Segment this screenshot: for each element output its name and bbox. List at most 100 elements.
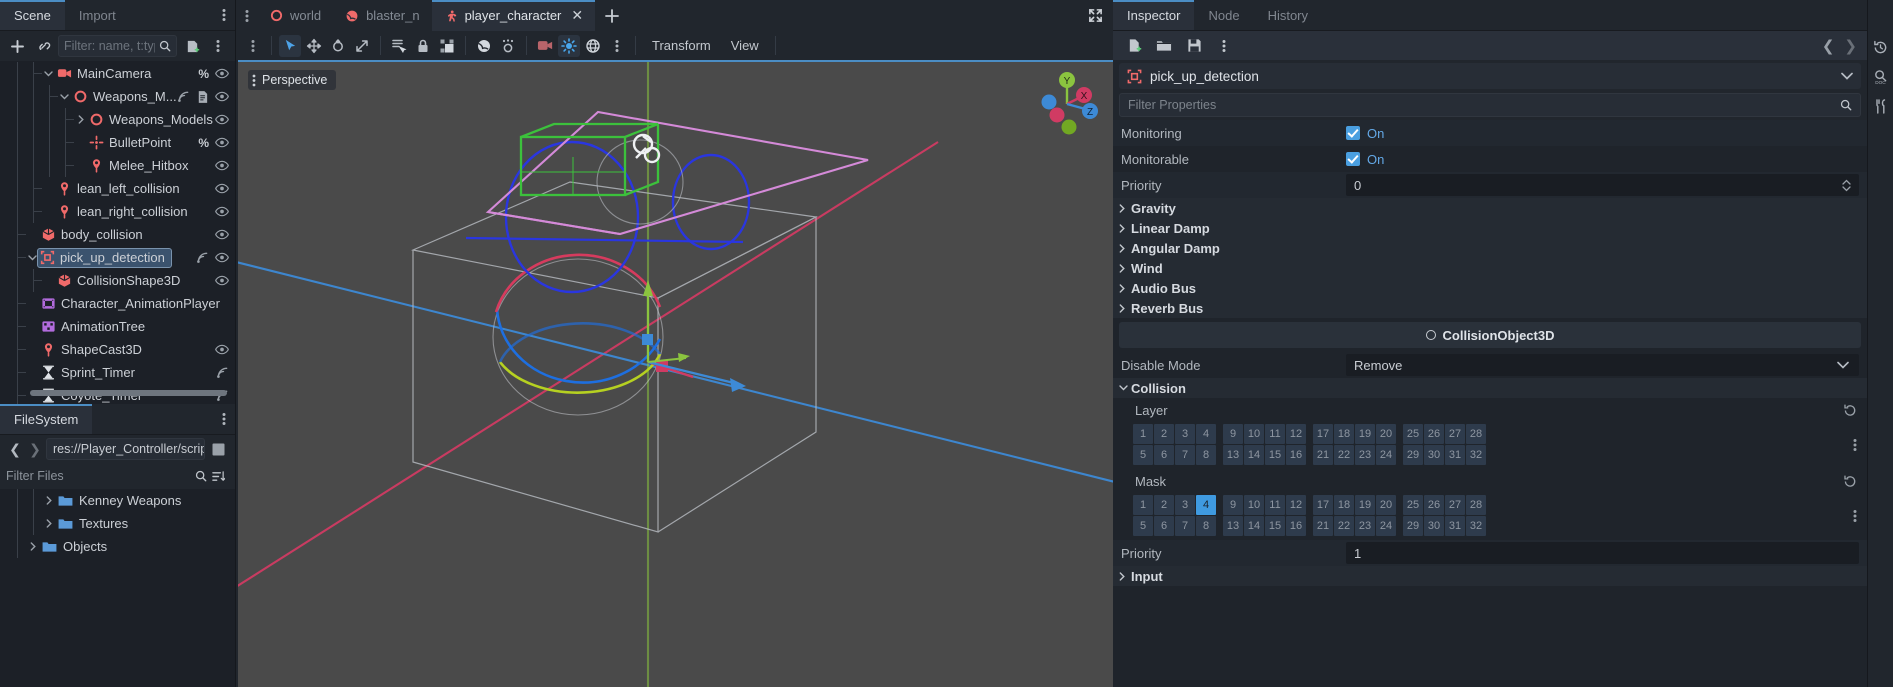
scene-tree-item-pick-up-detection[interactable]: pick_up_detection	[0, 246, 235, 269]
layer-bit-25[interactable]: 25	[1403, 424, 1423, 444]
split-view-icon[interactable]	[207, 438, 229, 460]
filesystem-item-textures[interactable]: Textures	[0, 512, 235, 535]
mask-options-menu[interactable]	[1853, 509, 1857, 523]
tab-scene[interactable]: Scene	[0, 0, 65, 30]
property-row-monitoring[interactable]: Monitoring On	[1113, 120, 1867, 146]
property-category-collisionobject3d[interactable]: CollisionObject3D	[1119, 322, 1861, 348]
layer-bit-22[interactable]: 22	[1334, 445, 1354, 465]
folder-open-icon[interactable]	[1153, 35, 1175, 57]
mask-bit-17[interactable]: 17	[1313, 495, 1333, 515]
layer-bit-27[interactable]: 27	[1445, 424, 1465, 444]
property-group-collision[interactable]: Collision	[1113, 378, 1867, 398]
mask-bit-27[interactable]: 27	[1445, 495, 1465, 515]
close-icon[interactable]: ✕	[571, 7, 583, 24]
sort-icon[interactable]	[212, 470, 229, 483]
scene-tree-item-shapecast3d[interactable]: ShapeCast3D	[0, 338, 235, 361]
filesystem-menu-button[interactable]	[213, 404, 235, 434]
layer-bit-9[interactable]: 9	[1223, 424, 1243, 444]
scene-tree-item-maincamera[interactable]: MainCamera%	[0, 62, 235, 85]
tools-icon[interactable]	[1874, 99, 1888, 114]
mask-bit-21[interactable]: 21	[1313, 516, 1333, 536]
filesystem-tree[interactable]: Kenney Weapons Textures Objects	[0, 489, 235, 687]
mask-bit-13[interactable]: 13	[1223, 516, 1243, 536]
property-value[interactable]: On	[1346, 126, 1867, 141]
mask-bit-29[interactable]: 29	[1403, 516, 1423, 536]
mask-bit-26[interactable]: 26	[1424, 495, 1444, 515]
add-node-button[interactable]	[6, 35, 28, 57]
tab-inspector[interactable]: Inspector	[1113, 0, 1195, 30]
property-group-audio-bus[interactable]: Audio Bus	[1113, 278, 1867, 298]
chevron-right-icon[interactable]	[74, 115, 87, 124]
add-scene-button[interactable]	[595, 0, 629, 31]
layer-bit-3[interactable]: 3	[1175, 424, 1195, 444]
property-row-disable-mode[interactable]: Disable Mode Remove	[1113, 352, 1867, 378]
layer-bit-29[interactable]: 29	[1403, 445, 1423, 465]
visibility-toggle-icon[interactable]	[215, 137, 229, 148]
filesystem-filter-input[interactable]: Filter Files	[6, 469, 190, 483]
mask-bit-32[interactable]: 32	[1466, 516, 1486, 536]
visibility-toggle-icon[interactable]	[215, 229, 229, 240]
layer-bit-14[interactable]: 14	[1244, 445, 1264, 465]
mask-bit-4[interactable]: 4	[1196, 495, 1216, 515]
spinner-icon[interactable]	[1842, 179, 1851, 192]
mask-bit-11[interactable]: 11	[1265, 495, 1285, 515]
maximize-icon[interactable]	[1077, 0, 1113, 31]
chevron-left-icon[interactable]: ❮	[6, 439, 24, 459]
new-resource-icon[interactable]	[1123, 35, 1145, 57]
layer-bit-7[interactable]: 7	[1175, 445, 1195, 465]
transform-menu[interactable]: Transform	[643, 35, 720, 57]
layer-bit-12[interactable]: 12	[1286, 424, 1306, 444]
chevron-down-icon[interactable]	[42, 70, 55, 77]
signal-icon[interactable]	[196, 251, 209, 264]
scene-tree-scrollbar[interactable]	[30, 390, 227, 396]
property-value[interactable]: 1	[1346, 542, 1859, 564]
3d-viewport[interactable]: Perspective Y X Z	[238, 60, 1113, 687]
chevron-down-icon[interactable]	[58, 93, 71, 100]
layer-bit-19[interactable]: 19	[1355, 424, 1375, 444]
search-docs-icon[interactable]: DOC	[1873, 69, 1888, 85]
scene-tree-item-weapons-m-[interactable]: Weapons_M...	[0, 85, 235, 108]
perspective-menu-button[interactable]: Perspective	[248, 70, 337, 90]
mask-bit-18[interactable]: 18	[1334, 495, 1354, 515]
layer-bit-16[interactable]: 16	[1286, 445, 1306, 465]
layer-bit-4[interactable]: 4	[1196, 424, 1216, 444]
visibility-toggle-icon[interactable]	[215, 68, 229, 79]
layer-bit-17[interactable]: 17	[1313, 424, 1333, 444]
scene-tree-item-bulletpoint[interactable]: BulletPoint%	[0, 131, 235, 154]
inspector-selected-node[interactable]: pick_up_detection	[1119, 63, 1861, 89]
layer-bit-15[interactable]: 15	[1265, 445, 1285, 465]
mask-bit-24[interactable]: 24	[1376, 516, 1396, 536]
layer-bit-31[interactable]: 31	[1445, 445, 1465, 465]
checkbox[interactable]	[1346, 126, 1360, 140]
layer-bit-10[interactable]: 10	[1244, 424, 1264, 444]
layer-bit-18[interactable]: 18	[1334, 424, 1354, 444]
mask-bit-14[interactable]: 14	[1244, 516, 1264, 536]
scene-tree-item-weapons-models[interactable]: Weapons_Models	[0, 108, 235, 131]
mask-bit-25[interactable]: 25	[1403, 495, 1423, 515]
layer-bit-21[interactable]: 21	[1313, 445, 1333, 465]
chevron-right-icon[interactable]: ❯	[1844, 37, 1857, 55]
mask-bit-16[interactable]: 16	[1286, 516, 1306, 536]
mask-reset-icon[interactable]	[1843, 474, 1857, 488]
view-menu[interactable]: View	[722, 35, 768, 57]
scene-dock-menu-button[interactable]	[213, 0, 235, 30]
mask-bit-1[interactable]: 1	[1133, 495, 1153, 515]
lock-icon[interactable]	[412, 35, 434, 57]
list-select-icon[interactable]	[388, 35, 410, 57]
move-icon[interactable]	[303, 35, 325, 57]
mask-bit-12[interactable]: 12	[1286, 495, 1306, 515]
visibility-toggle-icon[interactable]	[215, 252, 229, 263]
signal-icon[interactable]	[177, 90, 190, 103]
layer-reset-icon[interactable]	[1843, 403, 1857, 417]
visibility-toggle-icon[interactable]	[215, 275, 229, 286]
scene-filter-input[interactable]: Filter: name, t:typ	[58, 35, 177, 57]
save-icon[interactable]	[1183, 35, 1205, 57]
signal-icon[interactable]	[216, 366, 229, 379]
property-row-priority[interactable]: Priority 0	[1113, 172, 1867, 198]
property-group-wind[interactable]: Wind	[1113, 258, 1867, 278]
scene-tree-item-sprint-timer[interactable]: Sprint_Timer	[0, 361, 235, 384]
scene-tree-item-body-collision[interactable]: body_collision	[0, 223, 235, 246]
mask-bit-6[interactable]: 6	[1154, 516, 1174, 536]
mask-bit-9[interactable]: 9	[1223, 495, 1243, 515]
scene-tree-item-melee-hitbox[interactable]: Melee_Hitbox	[0, 154, 235, 177]
